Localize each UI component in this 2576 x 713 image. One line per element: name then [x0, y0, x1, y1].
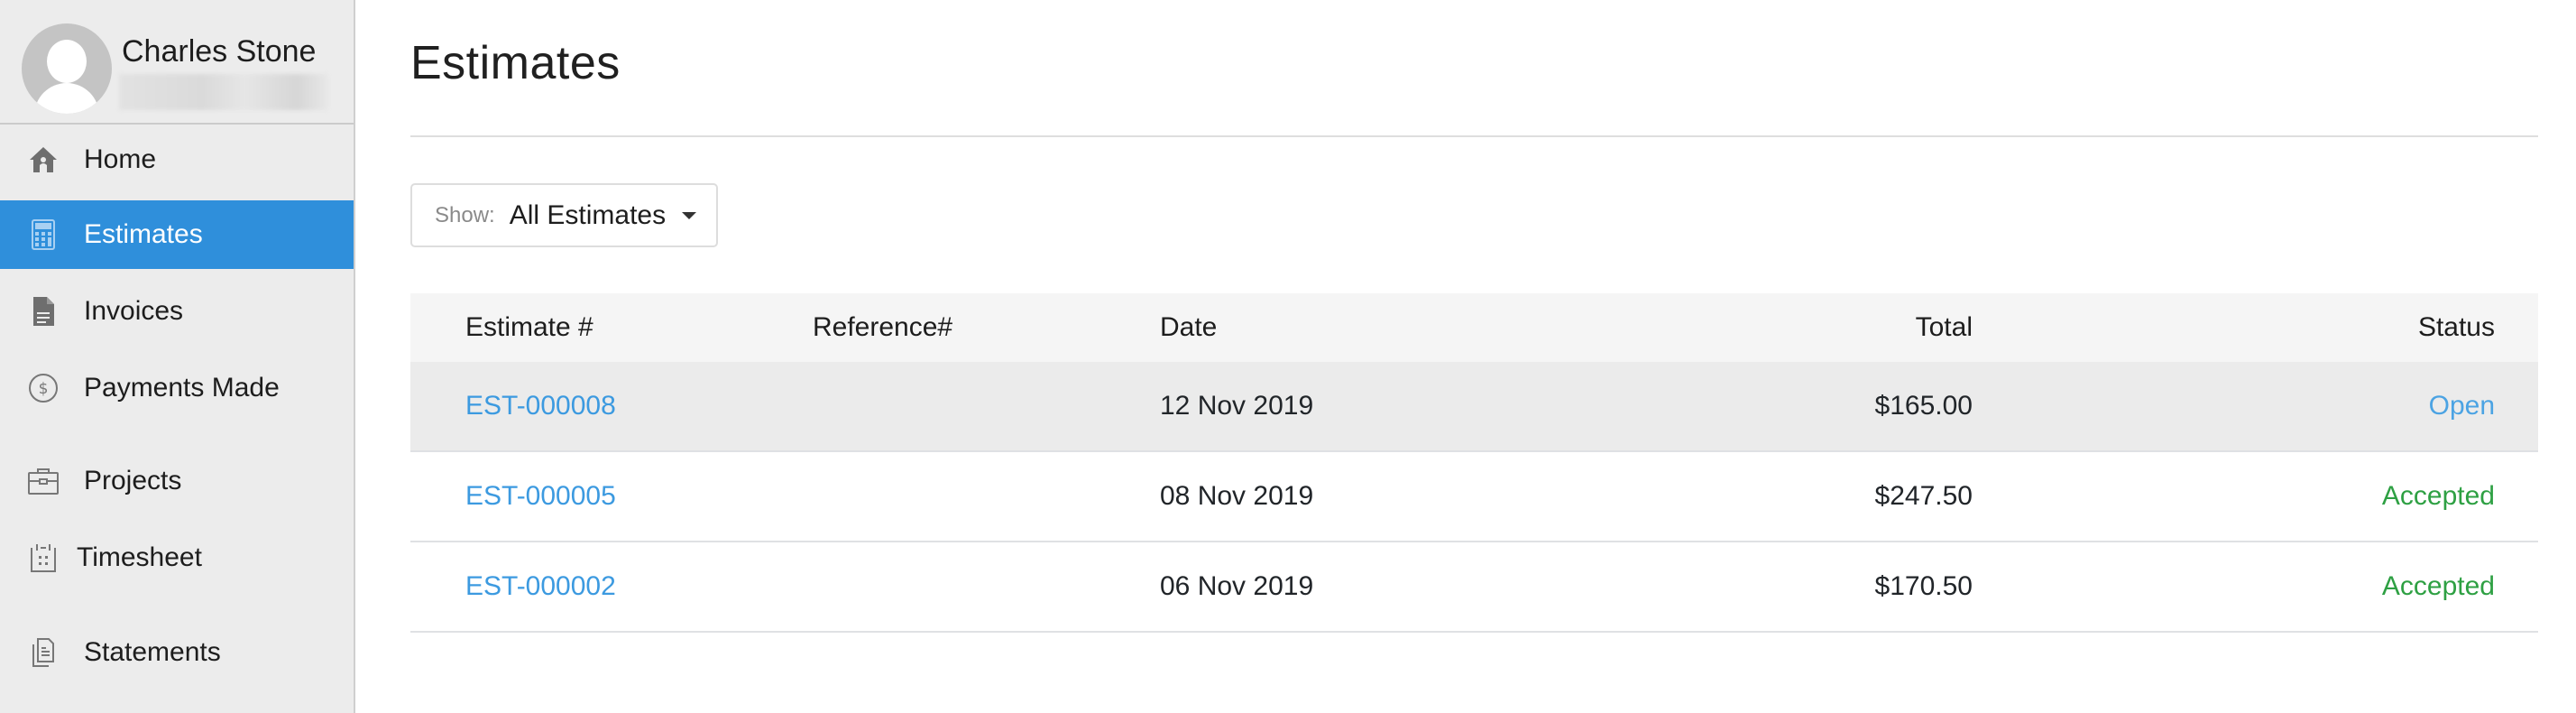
table-row[interactable]: EST-000008 12 Nov 2019 $165.00 Open [410, 362, 2538, 452]
estimates-table: Estimate # Reference# Date Total Status … [410, 293, 2538, 633]
sidebar-item-timesheet[interactable]: Timesheet [0, 523, 354, 592]
estimate-total: $170.50 [1874, 571, 1973, 601]
estimate-date: 12 Nov 2019 [1160, 391, 1314, 421]
sidebar-item-label: Home [84, 144, 157, 174]
statements-icon [27, 636, 60, 669]
home-icon [27, 144, 60, 176]
estimate-date: 08 Nov 2019 [1160, 481, 1314, 511]
sidebar-item-label: Statements [84, 637, 221, 667]
estimate-number-link[interactable]: EST-000002 [465, 571, 616, 602]
sidebar-item-label: Projects [84, 466, 182, 495]
sidebar-item-invoices[interactable]: Invoices [0, 277, 354, 346]
column-header-estimate[interactable]: Estimate # [465, 312, 593, 343]
sidebar-item-payments-made[interactable]: $ Payments Made [0, 354, 354, 422]
document-icon [27, 295, 60, 328]
sidebar-item-home[interactable]: Home [0, 125, 354, 194]
status-badge: Open [2428, 391, 2495, 421]
column-header-reference[interactable]: Reference# [813, 312, 952, 343]
sidebar-item-estimates[interactable]: Estimates [0, 200, 354, 269]
column-header-status[interactable]: Status [2418, 312, 2495, 343]
column-header-date[interactable]: Date [1160, 312, 1217, 343]
calendar-icon [27, 542, 60, 574]
divider [410, 135, 2538, 137]
sidebar-item-label: Invoices [84, 296, 184, 326]
estimates-filter-dropdown[interactable]: Show: All Estimates [410, 183, 718, 247]
estimate-number-link[interactable]: EST-000005 [465, 481, 616, 512]
estimate-total: $165.00 [1874, 391, 1973, 421]
svg-text:$: $ [39, 380, 49, 398]
page-title: Estimates [410, 37, 621, 89]
user-email-redacted [119, 74, 328, 110]
sidebar-item-label: Estimates [84, 219, 203, 249]
estimate-date: 06 Nov 2019 [1160, 571, 1314, 601]
column-header-total[interactable]: Total [1916, 312, 1973, 343]
table-row[interactable]: EST-000002 06 Nov 2019 $170.50 Accepted [410, 542, 2538, 633]
user-name: Charles Stone [122, 34, 317, 69]
dollar-circle-icon: $ [27, 372, 60, 404]
status-badge: Accepted [2381, 571, 2495, 601]
avatar[interactable] [22, 23, 112, 114]
filter-label: Show: [435, 202, 495, 227]
table-header: Estimate # Reference# Date Total Status [410, 293, 2538, 362]
estimate-number-link[interactable]: EST-000008 [465, 391, 616, 421]
estimate-total: $247.50 [1874, 481, 1973, 511]
filter-value: All Estimates [509, 199, 667, 230]
table-row[interactable]: EST-000005 08 Nov 2019 $247.50 Accepted [410, 452, 2538, 542]
calculator-icon [27, 218, 60, 251]
sidebar-item-projects[interactable]: Projects [0, 447, 354, 515]
user-silhouette-icon [47, 40, 87, 83]
status-badge: Accepted [2381, 481, 2495, 511]
sidebar-item-label: Timesheet [77, 542, 202, 572]
main-content: Estimates Show: All Estimates Estimate #… [355, 0, 2576, 713]
sidebar-item-label: Payments Made [84, 373, 280, 403]
caret-down-icon [682, 211, 697, 219]
briefcase-icon [27, 465, 60, 497]
user-profile: Charles Stone [0, 0, 354, 125]
sidebar-item-statements[interactable]: Statements [0, 618, 354, 687]
sidebar: Charles Stone Home Estimates Invoices $ … [0, 0, 355, 713]
